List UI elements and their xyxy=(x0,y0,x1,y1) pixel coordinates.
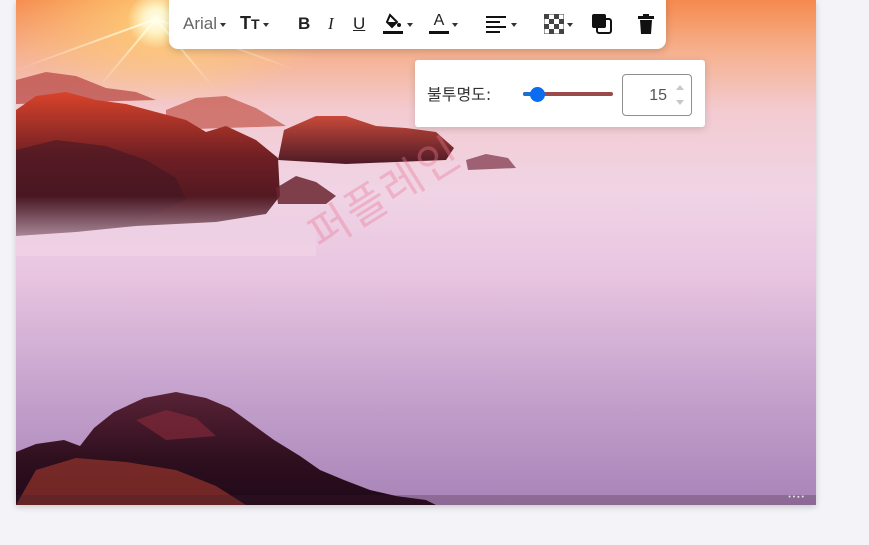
font-size-dropdown[interactable]: TT xyxy=(240,0,269,49)
opacity-label: 불투명도: xyxy=(427,85,492,104)
spin-up-icon[interactable] xyxy=(676,85,684,90)
trash-icon xyxy=(638,13,654,34)
corner-logo: • • ▪ • xyxy=(788,494,804,501)
chevron-down-icon xyxy=(452,22,458,27)
italic-icon: I xyxy=(328,13,334,33)
font-family-label: Arial xyxy=(183,13,218,33)
chevron-down-icon xyxy=(262,22,269,27)
text-align-dropdown[interactable] xyxy=(486,0,517,49)
opacity-popup: 불투명도: 15 xyxy=(415,60,705,127)
italic-button[interactable]: I xyxy=(328,0,334,49)
chevron-down-icon xyxy=(567,22,573,27)
spin-down-icon[interactable] xyxy=(676,100,684,105)
align-left-icon xyxy=(486,15,506,33)
opacity-value: 15 xyxy=(649,87,667,104)
layer-order-icon xyxy=(592,13,612,34)
bold-icon: B xyxy=(298,13,311,33)
transparency-dropdown[interactable] xyxy=(544,0,573,49)
text-color-dropdown[interactable]: A xyxy=(429,0,458,49)
delete-button[interactable] xyxy=(638,0,654,49)
checkerboard-icon xyxy=(544,13,564,34)
chevron-down-icon xyxy=(407,22,413,27)
layer-order-button[interactable] xyxy=(591,0,613,49)
underline-button[interactable]: U xyxy=(353,0,365,49)
opacity-number-input[interactable]: 15 xyxy=(622,74,692,116)
text-color-icon: A xyxy=(429,13,449,34)
chevron-down-icon xyxy=(511,22,517,27)
underline-icon: U xyxy=(353,13,366,33)
bold-button[interactable]: B xyxy=(298,0,310,49)
chevron-down-icon xyxy=(220,22,227,27)
paint-bucket-icon xyxy=(383,12,403,34)
fill-color-dropdown[interactable] xyxy=(382,0,413,49)
font-family-dropdown[interactable]: Arial xyxy=(183,0,227,49)
font-size-icon: TT xyxy=(240,13,260,33)
text-toolbar: Arial TT B I U A xyxy=(169,0,666,49)
opacity-slider-thumb[interactable] xyxy=(529,87,545,102)
